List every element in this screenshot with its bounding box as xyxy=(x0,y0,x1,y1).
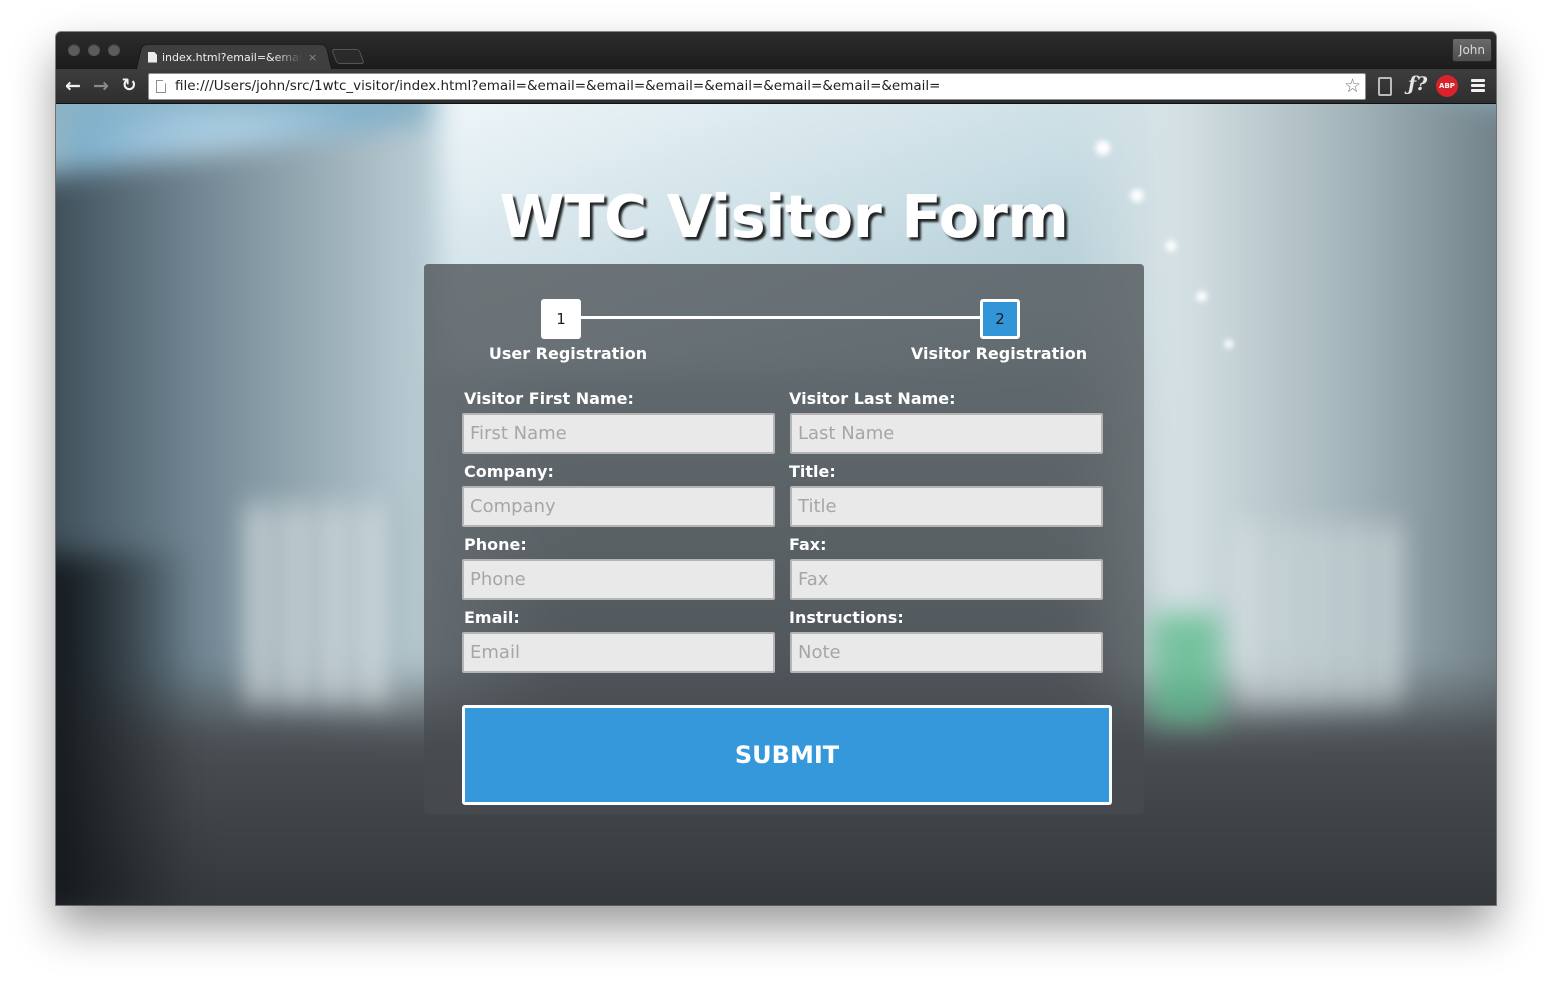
instructions-label: Instructions: xyxy=(789,608,904,627)
page-title: WTC Visitor Form xyxy=(499,182,1069,251)
phone-label: Phone: xyxy=(464,535,527,554)
extension-icon[interactable] xyxy=(1378,77,1392,96)
url-text[interactable]: file:///Users/john/src/1wtc_visitor/inde… xyxy=(175,74,940,99)
instructions-input[interactable] xyxy=(790,632,1103,673)
step-2-indicator[interactable]: 2 xyxy=(980,299,1020,339)
page-icon xyxy=(156,80,166,93)
profile-button[interactable]: John xyxy=(1451,38,1492,62)
last-name-label: Visitor Last Name: xyxy=(789,389,956,408)
first-name-input[interactable] xyxy=(462,413,775,454)
reload-icon[interactable]: ↻ xyxy=(118,75,140,97)
tab-title: index.html?email=&email=&email=&email=&e… xyxy=(162,50,302,64)
adblock-plus-icon[interactable]: ABP xyxy=(1436,75,1458,97)
last-name-input[interactable] xyxy=(790,413,1103,454)
title-label: Title: xyxy=(789,462,836,481)
page-viewport: WTC Visitor Form 1 2 User Registration V… xyxy=(56,104,1496,905)
fquery-extension-icon[interactable]: ƒ? xyxy=(1408,73,1427,95)
browser-toolbar: ← → ↻ file:///Users/john/src/1wtc_visito… xyxy=(56,69,1496,104)
step-1-indicator[interactable]: 1 xyxy=(541,299,581,339)
step-2-label: Visitor Registration xyxy=(910,344,1088,363)
hamburger-menu-icon[interactable] xyxy=(1471,79,1485,93)
step-1-label: User Registration xyxy=(488,344,648,363)
back-arrow-icon[interactable]: ← xyxy=(62,75,84,97)
stepper-line xyxy=(561,316,983,319)
first-name-label: Visitor First Name: xyxy=(464,389,634,408)
fax-input[interactable] xyxy=(790,559,1103,600)
submit-button[interactable]: SUBMIT xyxy=(462,705,1112,805)
email-label: Email: xyxy=(464,608,520,627)
email-input[interactable] xyxy=(462,632,775,673)
zoom-window-button[interactable] xyxy=(108,44,120,56)
company-label: Company: xyxy=(464,462,554,481)
fax-label: Fax: xyxy=(789,535,827,554)
visitor-form-card: 1 2 User Registration Visitor Registrati… xyxy=(424,264,1144,814)
browser-window: index.html?email=&email=&email=&email=&e… xyxy=(56,32,1496,905)
phone-input[interactable] xyxy=(462,559,775,600)
address-bar[interactable]: file:///Users/john/src/1wtc_visitor/inde… xyxy=(148,73,1366,100)
title-input[interactable] xyxy=(790,486,1103,527)
new-tab-button[interactable] xyxy=(331,49,365,64)
page-icon xyxy=(148,51,157,63)
browser-tab-content[interactable]: index.html?email=&email=&email=&email=&e… xyxy=(148,49,328,65)
tab-close-icon[interactable]: × xyxy=(308,51,317,64)
forward-arrow-icon[interactable]: → xyxy=(90,75,112,97)
bookmark-star-icon[interactable]: ☆ xyxy=(1344,75,1361,97)
minimize-window-button[interactable] xyxy=(88,44,100,56)
company-input[interactable] xyxy=(462,486,775,527)
close-window-button[interactable] xyxy=(68,44,80,56)
browser-tab-strip: index.html?email=&email=&email=&email=&e… xyxy=(56,32,1496,69)
